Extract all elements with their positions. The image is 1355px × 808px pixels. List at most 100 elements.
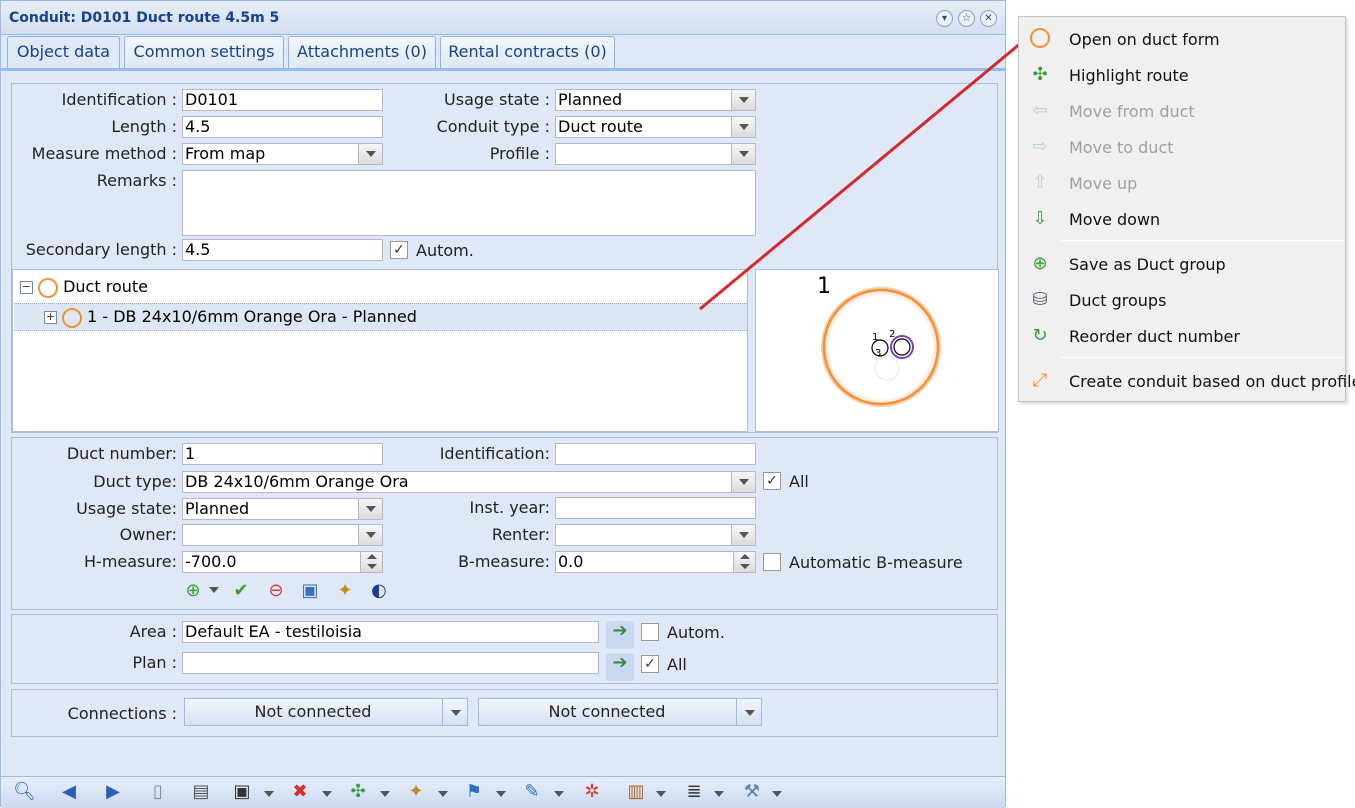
- connection-a-button[interactable]: Not connected: [184, 698, 468, 726]
- wrench-dropdown-icon[interactable]: [772, 791, 782, 797]
- b-measure-spinner[interactable]: 0.0: [555, 551, 756, 573]
- duct-usage-state-select[interactable]: Planned: [182, 498, 383, 520]
- chevron-down-icon[interactable]: [731, 525, 755, 545]
- duct-type-label: Duct type:: [93, 472, 177, 491]
- duct-identification-input[interactable]: [555, 443, 756, 465]
- chevron-down-icon[interactable]: [358, 525, 382, 545]
- collapse-icon[interactable]: ▾: [936, 10, 953, 27]
- menu-item-label: Move to duct: [1069, 138, 1174, 157]
- magic-wand-icon[interactable]: ✦: [334, 581, 356, 601]
- menu-item-duct-groups[interactable]: ⛁ Duct groups: [1019, 282, 1345, 318]
- plan-picker-icon[interactable]: ➔: [606, 653, 634, 681]
- close-icon[interactable]: ✕: [980, 10, 997, 27]
- measure-method-select[interactable]: From map: [182, 143, 383, 165]
- delete-icon[interactable]: ✖: [289, 782, 311, 802]
- report-dropdown-icon[interactable]: [656, 791, 666, 797]
- chevron-down-icon[interactable]: [731, 144, 755, 164]
- chevron-down-icon[interactable]: [731, 117, 755, 137]
- menu-item-create-conduit[interactable]: ⤢ Create conduit based on duct profile: [1019, 363, 1355, 399]
- menu-item-reorder-duct-number[interactable]: ↻ Reorder duct number: [1019, 318, 1345, 354]
- inst-year-input[interactable]: [555, 497, 756, 519]
- chevron-down-icon[interactable]: [451, 710, 461, 716]
- b-measure-label: B-measure:: [458, 552, 550, 571]
- tree-child-node[interactable]: 1 - DB 24x10/6mm Orange Ora - Planned: [62, 307, 417, 328]
- menu-item-save-as-duct-group[interactable]: ⊕ Save as Duct group: [1019, 246, 1345, 282]
- tab-underline: [1, 68, 1005, 71]
- remarks-textarea[interactable]: [182, 170, 756, 236]
- menu-item-move-to-duct[interactable]: ⇨ Move to duct: [1019, 129, 1345, 165]
- length-input[interactable]: 4.5: [182, 116, 383, 138]
- area-picker-icon[interactable]: ➔: [606, 621, 634, 649]
- menu-item-move-up[interactable]: ⇧ Move up: [1019, 165, 1345, 201]
- renter-select[interactable]: [555, 524, 756, 546]
- secondary-length-input[interactable]: 4.5: [182, 239, 383, 261]
- confirm-icon[interactable]: ✔: [230, 581, 252, 601]
- edit-geometry-icon[interactable]: ✎: [521, 782, 543, 802]
- h-measure-spinner[interactable]: -700.0: [182, 551, 383, 573]
- tab-attachments[interactable]: Attachments (0): [288, 36, 436, 69]
- pin-icon[interactable]: ☆: [958, 10, 975, 27]
- conduit-type-select[interactable]: Duct route: [555, 116, 756, 138]
- tree-root-node[interactable]: Duct route: [38, 277, 148, 298]
- menu-item-move-down[interactable]: ⇩ Move down: [1019, 201, 1345, 237]
- chevron-down-icon[interactable]: [745, 710, 755, 716]
- spinner-arrows-icon[interactable]: [360, 552, 382, 572]
- highlight-arrows-icon[interactable]: ✣: [347, 782, 369, 802]
- expand-node-icon[interactable]: +: [44, 311, 57, 324]
- next-icon[interactable]: ▶: [102, 782, 124, 802]
- area-autom-checkbox[interactable]: [641, 623, 659, 641]
- edit-dropdown-icon[interactable]: [554, 791, 564, 797]
- chevron-down-icon[interactable]: [358, 144, 382, 164]
- save-icon[interactable]: ▣: [231, 782, 253, 802]
- collapse-node-icon[interactable]: −: [20, 281, 33, 294]
- magic-wand-icon[interactable]: ✦: [405, 782, 427, 802]
- plan-all-checkbox[interactable]: ✓: [641, 655, 659, 673]
- measure-method-value: From map: [185, 144, 266, 163]
- menu-item-open-on-duct-form[interactable]: Open on duct form: [1019, 21, 1345, 57]
- delete-dropdown-icon[interactable]: [322, 791, 332, 797]
- form-view-icon[interactable]: ▤: [190, 782, 212, 802]
- add-dropdown-icon[interactable]: [209, 587, 219, 593]
- chevron-down-icon[interactable]: [731, 90, 755, 110]
- duct-type-select[interactable]: DB 24x10/6mm Orange Ora: [182, 471, 756, 493]
- tab-object-data[interactable]: Object data: [7, 36, 120, 69]
- list-dropdown-icon[interactable]: [714, 791, 724, 797]
- window-export-icon[interactable]: ▣: [299, 581, 321, 601]
- connection-b-button[interactable]: Not connected: [478, 698, 762, 726]
- network-icon[interactable]: ✲: [581, 782, 603, 802]
- duct-type-all-checkbox[interactable]: ✓: [763, 472, 781, 490]
- area-label: Area :: [129, 622, 177, 641]
- plan-input[interactable]: [182, 652, 599, 674]
- report-icon[interactable]: ▥: [625, 782, 647, 802]
- chevron-down-icon[interactable]: [358, 499, 382, 519]
- wrench-icon[interactable]: ⚒: [741, 782, 763, 802]
- duct-groups-icon: ⛁: [1032, 289, 1048, 310]
- owner-select[interactable]: [182, 524, 383, 546]
- duct-number-input[interactable]: 1: [182, 443, 383, 465]
- search-icon[interactable]: 🔍︎: [13, 782, 36, 802]
- title-bar: Conduit: D0101 Duct route 4.5m 5 ▾ ☆ ✕: [1, 1, 1005, 35]
- automatic-b-measure-checkbox[interactable]: [763, 553, 781, 571]
- new-document-icon[interactable]: ▯: [147, 782, 169, 802]
- identification-input[interactable]: D0101: [182, 89, 383, 111]
- wand-dropdown-icon[interactable]: [438, 791, 448, 797]
- chevron-down-icon[interactable]: [731, 472, 755, 492]
- save-dropdown-icon[interactable]: [264, 791, 274, 797]
- list-icon[interactable]: ≣: [683, 782, 705, 802]
- menu-item-move-from-duct[interactable]: ⇦ Move from duct: [1019, 93, 1345, 129]
- secondary-autom-checkbox[interactable]: ✓: [390, 241, 408, 259]
- area-input[interactable]: Default EA - testiloisia: [182, 621, 599, 643]
- highlight-dropdown-icon[interactable]: [380, 791, 390, 797]
- tab-common-settings[interactable]: Common settings: [124, 36, 284, 69]
- usage-state-select[interactable]: Planned: [555, 89, 756, 111]
- previous-icon[interactable]: ◀: [58, 782, 80, 802]
- add-duct-icon[interactable]: ⊕: [182, 581, 204, 601]
- menu-item-highlight-route[interactable]: ✣ Highlight route: [1019, 57, 1345, 93]
- spinner-arrows-icon[interactable]: [733, 552, 755, 572]
- map-icon[interactable]: ⚑: [463, 782, 485, 802]
- profile-select[interactable]: [555, 143, 756, 165]
- map-dropdown-icon[interactable]: [496, 791, 506, 797]
- duct-settings-icon[interactable]: ◐: [368, 581, 390, 601]
- tab-rental-contracts[interactable]: Rental contracts (0): [440, 36, 615, 69]
- remove-icon[interactable]: ⊖: [265, 581, 287, 601]
